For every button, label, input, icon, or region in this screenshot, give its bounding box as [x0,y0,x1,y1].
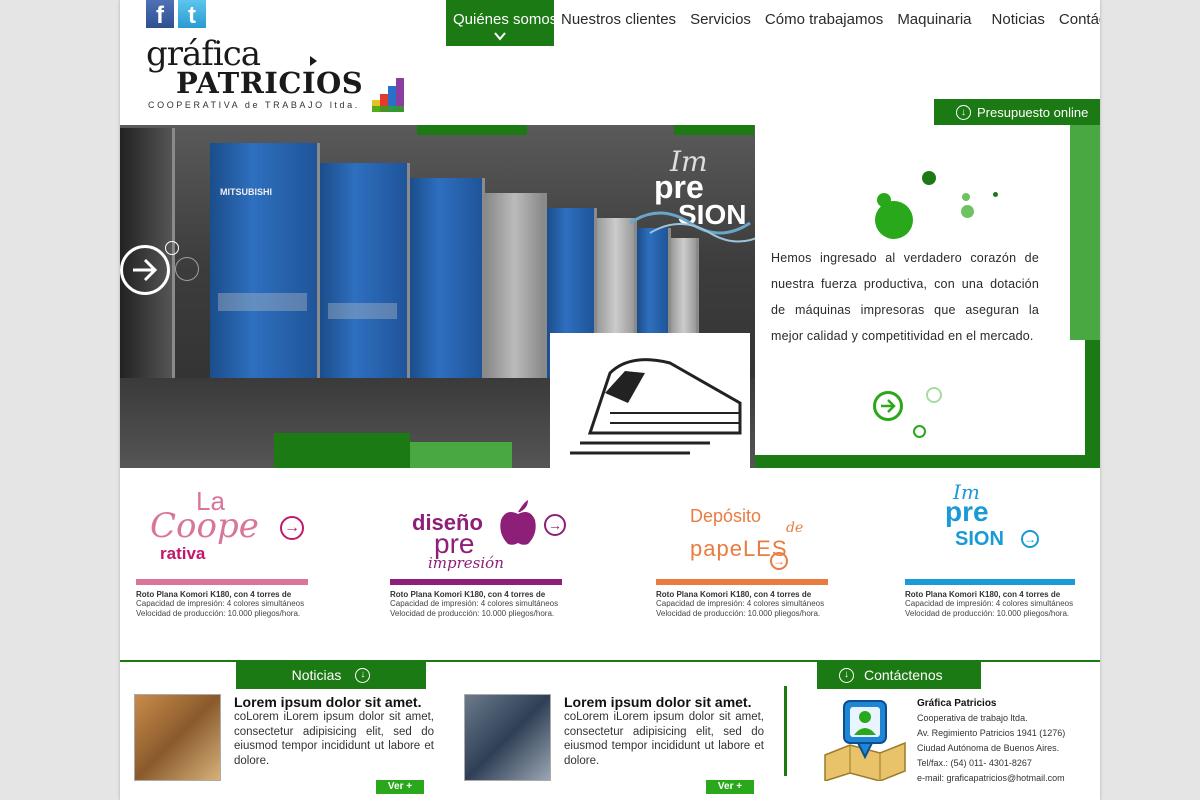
card-art-mid: pre [945,496,989,527]
contact-address: Av. Regimiento Patricios 1941 (1276) [917,728,1066,738]
nav-item-como-trabajamos[interactable]: Cómo trabajamos [758,0,890,46]
main-nav: Quiénes somos Nuestros clientes Servicio… [446,0,1100,46]
nav-item-servicios[interactable]: Servicios [683,0,758,46]
arrow-right-circle-icon [913,425,926,438]
twitter-icon[interactable]: t [178,0,206,28]
nav-item-noticias[interactable]: Noticias [985,0,1052,46]
service-card-impresion[interactable]: Im pre SION → Roto Plana Komori K180, co… [905,480,1085,619]
news-title[interactable]: Lorem ipsum dolor sit amet. [234,694,421,710]
card-art-mid: Coope [150,506,259,546]
press-machine [320,163,410,378]
map-location-icon [824,700,906,781]
contact-line: Cooperativa de trabajo ltda. [917,713,1028,723]
card-line: Capacidad de impresión: 4 colores simult… [905,599,1074,608]
contactenos-header[interactable]: ↓ Contáctenos [817,661,981,689]
service-card-diseno[interactable]: diseño pre impresión → Roto Plana Komori… [390,480,570,619]
arrow-right-circle-icon [165,241,179,255]
card-title: Roto Plana Komori K180, con 4 torres de [136,590,292,599]
social-links: f t [146,0,206,28]
next-slide-button[interactable] [873,391,903,421]
ver-mas-button[interactable]: Ver + [376,780,424,794]
previous-slide-button[interactable] [120,245,170,295]
card-line: Capacidad de impresión: 4 colores simult… [136,599,305,608]
site-logo[interactable]: gráfica PATRICIOS COOPERATIVA de TRABAJO… [146,34,406,115]
arrow-down-circle-icon: ↓ [839,667,854,683]
arrow-down-circle-icon: ↓ [956,105,971,120]
contact-email[interactable]: e-mail: graficapatricios@hotmail.com [917,771,1065,786]
card-line: Velocidad de producción: 10.000 pliegos/… [136,609,301,618]
press-machine [485,193,547,378]
card-line: Velocidad de producción: 10.000 pliegos/… [656,609,821,618]
card-art-top: Depósito [690,506,762,526]
arrow-down-circle-icon: ↓ [355,667,371,683]
presupuesto-online-button[interactable]: ↓ Presupuesto online [934,99,1100,126]
services-row: La Coope rativa → Roto Plana Komori K180… [120,468,1100,658]
hero-banner: MITSUBISHI Im pre SION Hemos ingresado a… [120,125,1100,468]
news-title[interactable]: Lorem ipsum dolor sit amet. [564,694,751,710]
arrow-right-icon [881,399,896,413]
presupuesto-label: Presupuesto online [977,105,1089,120]
logo-line-2: PATRICIOS [176,66,364,100]
contact-name: Gráfica Patricios [917,698,997,709]
card-art: diseño pre impresión → [390,480,570,575]
hero-description: Hemos ingresado al verdadero corazón de … [771,251,1039,343]
nav-item-nuestros-clientes[interactable]: Nuestros clientes [554,0,683,46]
news-thumbnail[interactable] [464,694,551,781]
card-art-mid: de [786,520,804,536]
card-art: La Coope rativa → [136,480,316,575]
arrow-right-circle-icon [926,387,942,403]
press-machine [410,178,485,378]
arrow-right-icon [133,258,158,282]
logo-color-steps-icon [372,78,404,112]
service-card-cooperativa[interactable]: La Coope rativa → Roto Plana Komori K180… [136,480,316,619]
card-title: Roto Plana Komori K180, con 4 torres de [905,590,1061,599]
nav-item-label: Quiénes somos [453,11,558,28]
logo-mark [310,56,317,66]
card-art-bottom: rativa [160,544,206,563]
arrow-right-circle-icon: → [770,552,788,570]
apple-icon [500,500,536,545]
arrow-right-circle-icon: → [1021,530,1039,548]
news-thumbnail[interactable] [134,694,221,781]
noticias-label: Noticias [291,667,342,683]
contact-city: Ciudad Autónoma de Buenos Aires. [917,743,1060,753]
nav-item-contactenos[interactable]: Contáctenos [1052,0,1100,46]
arrow-right-circle-icon [175,257,199,281]
card-art-bottom: impresión [428,554,504,572]
noticias-header[interactable]: Noticias ↓ [236,661,426,689]
news-body: coLorem iLorem ipsum dolor sit amet, con… [564,711,764,767]
news-body: coLorem iLorem ipsum dolor sit amet, con… [234,711,434,767]
card-art: Im pre SION → [905,480,1085,575]
chevron-down-icon [494,32,506,41]
card-line: Capacidad de impresión: 4 colores simult… [390,599,559,608]
contact-info: Gráfica Patricios Cooperativa de trabajo… [917,696,1065,786]
train-icon [570,358,742,455]
contact-phone: Tel/fax.: (54) 011- 4301-8267 [917,758,1032,768]
card-line: Velocidad de producción: 10.000 pliegos/… [390,609,555,618]
ver-mas-button[interactable]: Ver + [706,780,754,794]
card-art: Depósito de papeLES → [656,480,836,575]
card-title: Roto Plana Komori K180, con 4 torres de [390,590,546,599]
facebook-icon[interactable]: f [146,0,174,28]
contactenos-label: Contáctenos [864,667,943,683]
arrow-right-circle-icon: → [544,514,566,536]
card-art-bottom: SION [955,528,1004,550]
nav-item-quienes-somos[interactable]: Quiénes somos [446,0,558,46]
nav-item-maquinaria[interactable]: Maquinaria [890,0,978,46]
train-illustration [550,333,750,468]
arrow-right-circle-icon: → [280,516,304,540]
page: f t gráfica PATRICIOS COOPERATIVA de TRA… [120,0,1100,800]
logo-line-3: COOPERATIVA de TRABAJO ltda. [148,100,360,110]
card-line: Capacidad de impresión: 4 colores simult… [656,599,825,608]
press-machine: MITSUBISHI [210,143,320,378]
service-card-deposito[interactable]: Depósito de papeLES → Roto Plana Komori … [656,480,836,619]
card-title: Roto Plana Komori K180, con 4 torres de [656,590,812,599]
card-line: Velocidad de producción: 10.000 pliegos/… [905,609,1070,618]
